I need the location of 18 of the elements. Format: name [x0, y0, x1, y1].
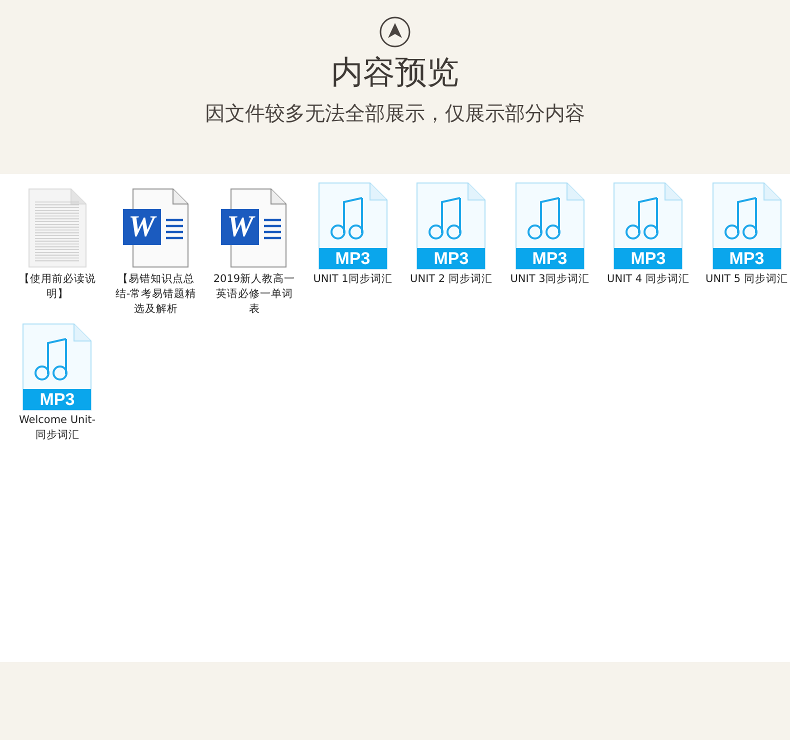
- page-subtitle: 因文件较多无法全部展示，仅展示部分内容: [205, 100, 585, 126]
- mp3-file-icon: MP3: [712, 182, 782, 270]
- mp3-file-icon: MP3: [613, 182, 684, 270]
- file-name: 【使用前必读说明】: [18, 272, 97, 302]
- file-name: UNIT 3同步词汇: [509, 272, 590, 287]
- text-file-icon: [27, 188, 88, 268]
- file-name: UNIT 2 同步词汇: [409, 272, 494, 287]
- mp3-file-icon: MP3: [318, 182, 388, 270]
- file-name: 2019新人教高一英语必修一单词表: [212, 272, 296, 317]
- file-name: UNIT 1同步词汇: [312, 272, 394, 287]
- page-title: 内容预览: [331, 52, 459, 92]
- file-name: UNIT 4 同步词汇: [606, 272, 690, 287]
- mp3-file-icon: MP3: [416, 182, 486, 270]
- mp3-file-icon: MP3: [22, 323, 92, 411]
- file-name: UNIT 5 同步词汇: [704, 272, 789, 287]
- mp3-file-icon: MP3: [514, 182, 585, 270]
- file-name: Welcome Unit-同步词汇: [18, 413, 97, 443]
- file-name: 【易错知识点总结-常考易错题精选及解析: [114, 272, 198, 317]
